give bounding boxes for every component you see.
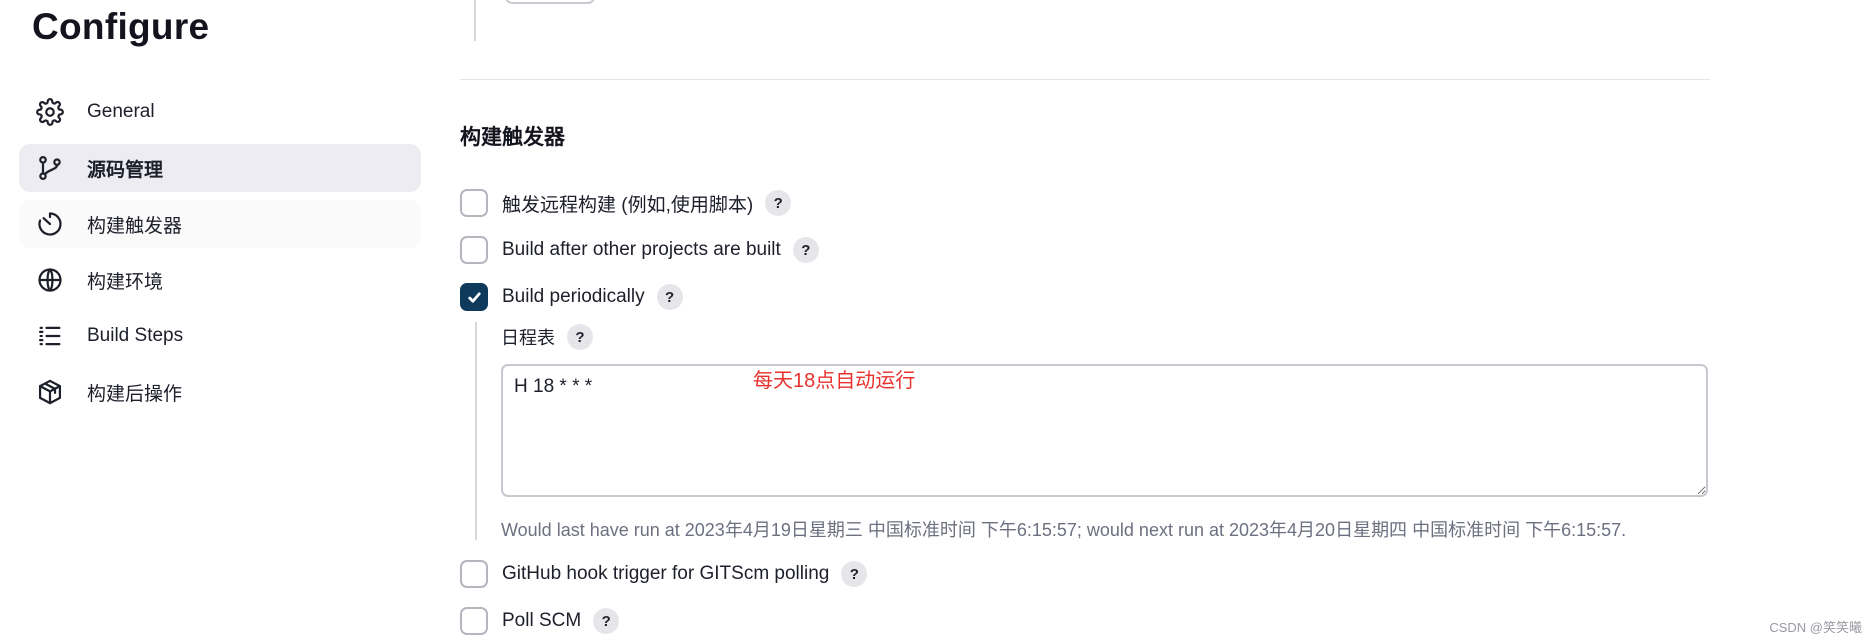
- option-label[interactable]: Build periodically: [502, 286, 645, 308]
- help-icon[interactable]: ?: [841, 561, 868, 587]
- option-label[interactable]: 触发远程构建 (例如,使用脚本): [502, 190, 753, 217]
- section-title: 构建触发器: [460, 126, 565, 149]
- option-label[interactable]: Build after other projects are built: [502, 239, 781, 261]
- sidebar-item-label: 构建后操作: [87, 383, 183, 405]
- option-trigger-remote: 触发远程构建 (例如,使用脚本) ?: [460, 189, 792, 217]
- globe-icon: [35, 265, 65, 295]
- section-rule: [474, 0, 476, 41]
- nested-section-rule: [475, 322, 477, 540]
- help-icon[interactable]: ?: [765, 190, 792, 216]
- sidebar-item-label: General: [87, 101, 155, 122]
- checkbox-build-periodically[interactable]: [460, 283, 488, 311]
- sidebar-item-label: 构建环境: [87, 271, 164, 293]
- help-icon[interactable]: ?: [567, 324, 593, 350]
- checkbox-build-after-other[interactable]: [460, 236, 488, 264]
- checkbox-poll-scm[interactable]: [460, 607, 488, 635]
- help-icon[interactable]: ?: [593, 608, 620, 634]
- sidebar-item-build-steps[interactable]: Build Steps: [19, 312, 421, 360]
- red-annotation: 每天18点自动运行: [753, 370, 916, 392]
- sidebar-item-source-control[interactable]: 源码管理: [19, 144, 421, 192]
- section-divider: [460, 79, 1710, 80]
- schedule-label: 日程表: [501, 328, 555, 348]
- previous-section-button-edge: [505, 0, 595, 4]
- page-title: Configure: [32, 6, 210, 47]
- option-build-periodically: Build periodically ?: [460, 283, 683, 311]
- help-icon[interactable]: ?: [656, 284, 683, 310]
- sidebar-item-post-build[interactable]: 构建后操作: [19, 368, 421, 416]
- option-github-hook: GitHub hook trigger for GITScm polling ?: [460, 560, 868, 588]
- sidebar-nav: General 源码管理 构建触发器 构建环境 Build Steps 构建后操…: [19, 88, 421, 424]
- sidebar-item-label: 源码管理: [87, 159, 164, 181]
- schedule-validation-message: Would last have run at 2023年4月19日星期三 中国标…: [501, 520, 1627, 540]
- schedule-label-row: 日程表 ?: [501, 324, 593, 350]
- watermark: CSDN @笑笑曦: [1769, 620, 1862, 635]
- schedule-input[interactable]: H 18 * * *: [501, 364, 1708, 497]
- sidebar-item-general[interactable]: General: [19, 88, 421, 136]
- option-build-after-other: Build after other projects are built ?: [460, 236, 819, 264]
- timer-icon: [35, 209, 65, 239]
- list-icon: [35, 321, 65, 351]
- gear-icon: [35, 97, 65, 127]
- sidebar-item-label: Build Steps: [87, 325, 184, 346]
- sidebar-item-label: 构建触发器: [87, 215, 183, 237]
- option-label[interactable]: Poll SCM: [502, 610, 581, 632]
- sidebar-item-build-triggers[interactable]: 构建触发器: [19, 200, 421, 248]
- checkbox-github-hook[interactable]: [460, 560, 488, 588]
- sidebar-item-build-environment[interactable]: 构建环境: [19, 256, 421, 304]
- checkbox-trigger-remote[interactable]: [460, 189, 488, 217]
- option-label[interactable]: GitHub hook trigger for GITScm polling: [502, 563, 829, 585]
- package-icon: [35, 377, 65, 407]
- check-icon: [467, 291, 481, 303]
- option-poll-scm: Poll SCM ?: [460, 607, 620, 635]
- git-branch-icon: [35, 153, 65, 183]
- help-icon[interactable]: ?: [792, 237, 819, 263]
